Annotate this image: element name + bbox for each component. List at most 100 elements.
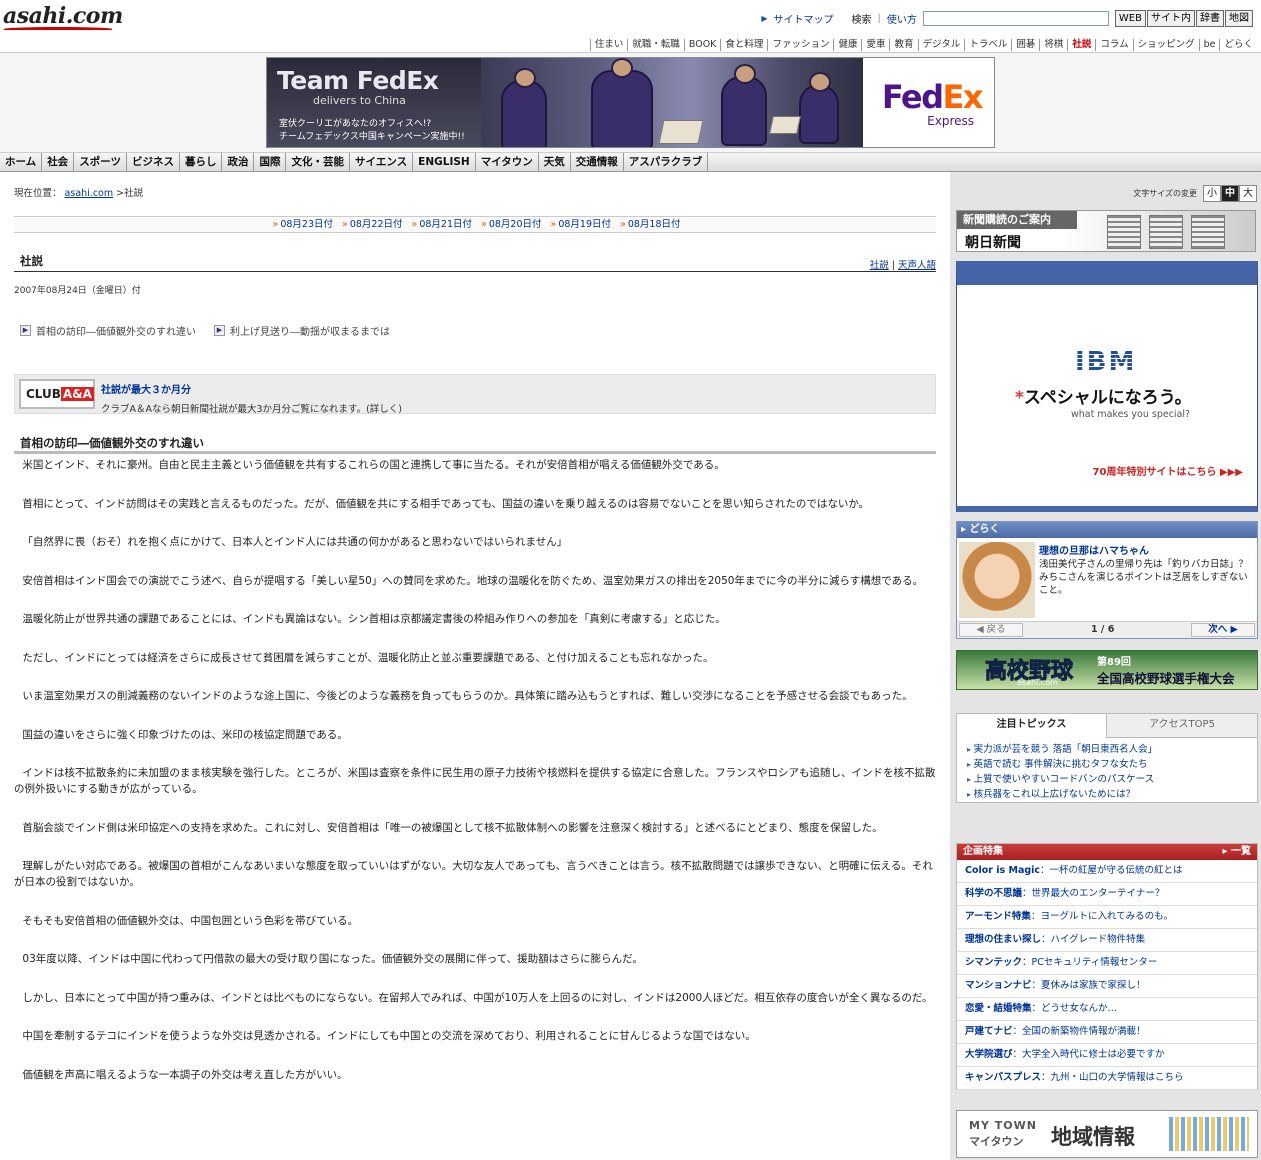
special-feature-name: 大学院選び	[965, 1049, 1013, 1060]
category-nav-item[interactable]: 愛車	[861, 39, 889, 51]
fedex-banner-ad[interactable]: Team FedEx delivers to China 室伏クーリエがあなたの…	[266, 57, 995, 148]
next-button[interactable]: 次へ ▶	[1191, 623, 1255, 637]
global-nav-item[interactable]: ENGLISH	[413, 153, 476, 172]
doraku-box: ▸ どらく 理想の旦那はハマちゃん 浅田美代子さんの里帰り先は「釣りバカ日誌」？…	[956, 521, 1258, 639]
category-nav-item[interactable]: 教育	[889, 39, 917, 51]
site-search-button[interactable]: サイト内	[1147, 9, 1195, 27]
date-archive-link[interactable]: » 08月18日付	[617, 219, 681, 230]
font-size-small-button[interactable]: 小	[1203, 185, 1221, 202]
special-feature-item[interactable]: アーモンド特集：ヨーグルトに入れてみるのも。	[957, 906, 1257, 929]
prev-button[interactable]: ◀ 戻る	[959, 623, 1023, 637]
sitemap-link[interactable]: サイトマップ	[774, 11, 834, 26]
editorial-link[interactable]: 社説	[870, 260, 889, 271]
special-feature-item[interactable]: 戸建てナビ：全国の新築物件情報が満載！	[957, 1021, 1257, 1044]
global-nav-item[interactable]: サイエンス	[350, 153, 414, 172]
article-paragraph: 国益の違いをさらに強く印象づけたのは、米印の核協定問題である。	[22, 728, 348, 741]
club-aa-logo[interactable]: CLUB A&A	[19, 379, 95, 409]
special-feature-text: ：一杯の紅屋が守る伝統の紅とは	[1040, 865, 1183, 876]
club-aa-title[interactable]: 社説が最大３か月分	[101, 381, 191, 396]
date-archive-link[interactable]: » 08月22日付	[339, 219, 403, 230]
category-nav-item[interactable]: 健康	[833, 39, 861, 51]
special-feature-item[interactable]: マンションナビ：夏休みは家族で家探し！	[957, 975, 1257, 998]
article-title-bar: 首相の訪印―価値観外交のすれ違い	[14, 432, 936, 454]
featured-topic-link[interactable]: 実力派が芸を競う 落語「朝日東西名人会」	[967, 742, 1247, 757]
global-nav-item[interactable]: 天気	[539, 153, 571, 172]
global-nav-item[interactable]: 文化・芸能	[286, 153, 350, 172]
date-archive-label: 08月22日付	[349, 219, 403, 230]
club-aa-description: クラブA＆Aなら朝日新聞社説が最大3か月分ご覧になれます。(詳しく)	[101, 404, 403, 415]
map-button[interactable]: 地図	[1225, 9, 1253, 27]
global-nav-item[interactable]: マイタウン	[476, 153, 539, 172]
asahi-logo[interactable]: asahi.com	[3, 3, 123, 29]
date-archive-link[interactable]: » 08月19日付	[548, 219, 612, 230]
date-archive-link[interactable]: » 08月23日付	[270, 219, 334, 230]
logo-swoosh	[4, 27, 112, 31]
doraku-header[interactable]: ▸ どらく	[957, 522, 1257, 538]
global-nav-item[interactable]: 暮らし	[180, 153, 223, 172]
category-nav-item[interactable]: 将棋	[1039, 39, 1067, 51]
special-features-title: 企画特集	[963, 846, 1003, 857]
featured-topic-link[interactable]: 英語で読む 事件解決に挑むタフな女たち	[967, 757, 1247, 772]
special-feature-item[interactable]: キャンパスプレス：九州・山口の大学情報はこちら	[957, 1067, 1257, 1090]
article-paragraph: ただし、インドにとっては経済をさらに成長させて貧困層を減らすことが、温暖化防止と…	[22, 651, 714, 664]
site-header: asahi.com ▶ サイトマップ 検索 | 使い方 WEB サイト内 辞書 …	[0, 0, 1261, 38]
newspaper-name: 朝日新聞	[965, 235, 1021, 251]
global-nav-item[interactable]: 交通情報	[571, 153, 624, 172]
web-search-button[interactable]: WEB	[1114, 9, 1146, 27]
category-nav-item[interactable]: トラベル	[964, 39, 1011, 51]
category-nav-item[interactable]: 住まい	[589, 39, 628, 51]
section-title: 社説	[20, 254, 43, 268]
category-nav-item[interactable]: 囲碁	[1011, 39, 1039, 51]
dictionary-button[interactable]: 辞書	[1196, 9, 1224, 27]
article-paragraph: 中国を牽制するテコにインドを使うような外交は見透かされる。インドにしても中国との…	[22, 1030, 756, 1042]
category-nav-item[interactable]: コラム	[1095, 39, 1132, 51]
category-nav-item[interactable]: デジタル	[917, 39, 965, 51]
category-nav-item[interactable]: 食と料理	[720, 39, 767, 51]
date-archive-label: 08月21日付	[419, 219, 472, 230]
special-feature-item[interactable]: Color is Magic：一杯の紅屋が守る伝統の紅とは	[957, 860, 1257, 883]
howto-link[interactable]: 使い方	[887, 11, 917, 26]
breadcrumb-home-link[interactable]: asahi.com	[65, 188, 114, 199]
global-nav-item[interactable]: スポーツ	[74, 153, 127, 172]
category-nav-item[interactable]: 社説	[1067, 39, 1095, 51]
special-feature-item[interactable]: シマンテック：PCセキュリティ情報センター	[957, 952, 1257, 975]
category-nav-item[interactable]: BOOK	[683, 39, 721, 51]
category-nav-item[interactable]: どらく	[1219, 39, 1257, 51]
date-archive-link[interactable]: » 08月20日付	[478, 219, 542, 230]
special-feature-item[interactable]: 科学の不思議：世界最大のエンターテイナー？	[957, 883, 1257, 906]
tenseijingo-link[interactable]: 天声人語	[898, 260, 936, 271]
global-nav-item[interactable]: ホーム	[0, 153, 43, 172]
global-nav-item[interactable]: 国際	[254, 153, 287, 172]
date-archive-link[interactable]: » 08月21日付	[409, 219, 473, 230]
doraku-photo[interactable]	[959, 542, 1035, 618]
special-feature-item[interactable]: 恋愛・結婚特集：どうせ女なんか…	[957, 998, 1257, 1021]
special-feature-item[interactable]: 理想の住まい探し：ハイグレード物件特集	[957, 929, 1257, 952]
category-nav-item[interactable]: be	[1198, 39, 1220, 51]
doraku-title[interactable]: 理想の旦那はハマちゃん	[1039, 542, 1149, 557]
topic-link[interactable]: ▶ 首相の訪印―価値観外交のすれ違い	[20, 323, 196, 338]
topic-link[interactable]: ▶ 利上げ見送り―動揺が収まるまでは	[214, 323, 390, 338]
fedex-banner-subtitle: delivers to China	[313, 94, 406, 107]
font-size-large-button[interactable]: 大	[1239, 185, 1257, 202]
global-nav-item[interactable]: ビジネス	[127, 153, 180, 172]
search-input[interactable]	[922, 10, 1109, 26]
tab-featured-topics[interactable]: 注目トピックス	[957, 714, 1107, 738]
ibm-banner-ad[interactable]: IBM *スペシャルになろう。 what makes you special? …	[956, 261, 1258, 512]
featured-topic-link[interactable]: 核兵器をこれ以上広げないためには？	[967, 787, 1247, 802]
special-feature-item[interactable]: 大学院選び：大学全入時代に修士は必要ですか	[957, 1044, 1257, 1067]
subscription-banner[interactable]: 新聞購読のご案内 朝日新聞	[956, 210, 1256, 252]
font-size-medium-button[interactable]: 中	[1221, 185, 1239, 202]
mytown-banner[interactable]: MY TOWN マイタウン 地域情報	[956, 1110, 1258, 1158]
global-nav-item[interactable]: 政治	[222, 153, 255, 172]
special-features-all-link[interactable]: ▸ 一覧	[1222, 844, 1251, 860]
category-nav-item[interactable]: ファッション	[767, 39, 833, 51]
category-nav-item[interactable]: 就職・転職	[627, 39, 684, 51]
breadcrumb-current: >社説	[116, 188, 144, 199]
tab-access-top5[interactable]: アクセスTOP5	[1107, 714, 1257, 738]
koshien-baseball-banner[interactable]: 高校野球 asahi.com 第89回 全国高校野球選手権大会	[956, 650, 1258, 690]
global-nav-item[interactable]: アスパラクラブ	[624, 153, 709, 172]
category-nav-item[interactable]: ショッピング	[1132, 39, 1199, 51]
ibm-ad-link[interactable]: 70周年特別サイトはこちら ▶▶▶	[1093, 463, 1243, 478]
featured-topic-link[interactable]: 上質で使いやすいコードバンのパスケース	[967, 772, 1247, 787]
global-nav-item[interactable]: 社会	[42, 153, 75, 172]
